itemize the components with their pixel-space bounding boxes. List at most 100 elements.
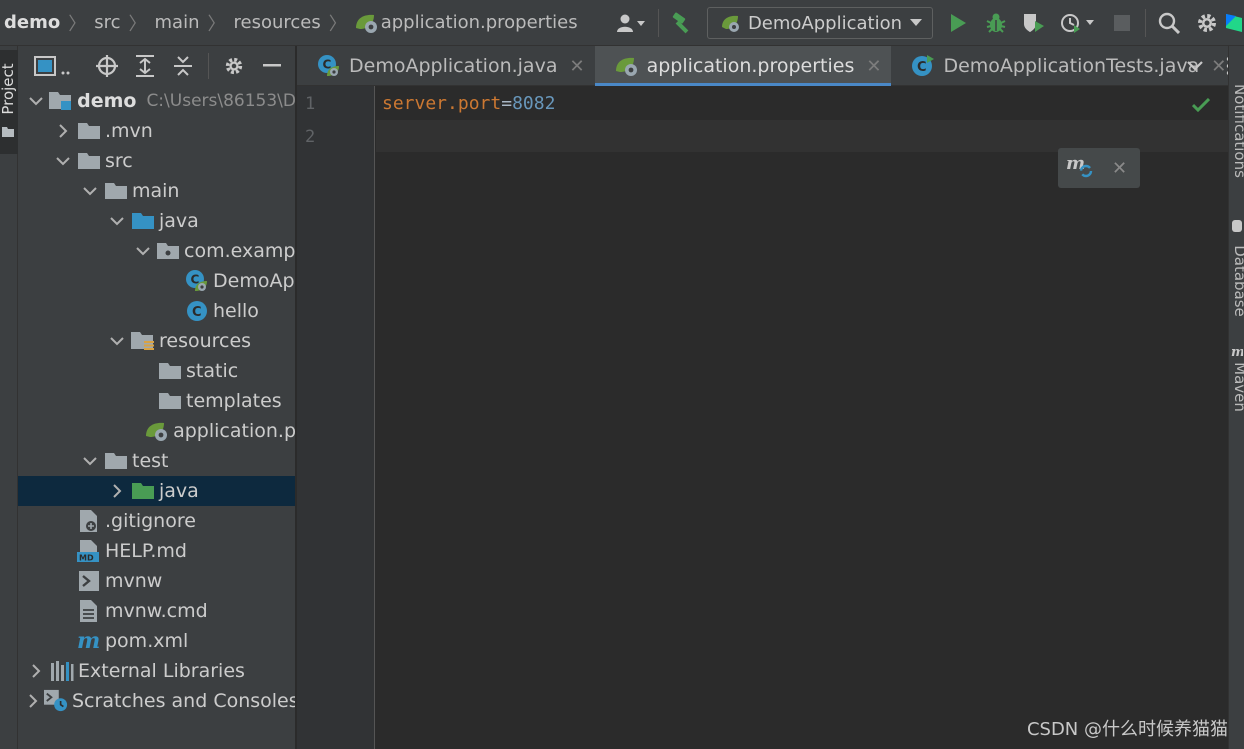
tree-node[interactable]: m pom.xml <box>18 626 295 656</box>
tree-node-label: pom.xml <box>105 630 189 652</box>
tree-node[interactable]: src <box>18 146 295 176</box>
chevron-right-icon[interactable] <box>28 656 44 686</box>
maven-reload-button[interactable]: m <box>1066 153 1094 184</box>
chevron-down-icon[interactable] <box>109 206 125 236</box>
editor-tab[interactable]: application.properties ✕ <box>594 46 892 86</box>
breadcrumb-item[interactable]: src <box>94 0 120 46</box>
run-configuration-selector[interactable]: DemoApplication <box>706 7 933 39</box>
tree-node[interactable]: .gitignore <box>18 506 295 536</box>
chevron-down-icon[interactable] <box>136 236 150 266</box>
settings-button[interactable] <box>1188 0 1226 46</box>
chevron-down-icon[interactable] <box>55 146 71 176</box>
tree-node[interactable]: static <box>18 356 295 386</box>
module-folder-icon <box>49 89 73 113</box>
class-icon: C <box>185 299 209 323</box>
tree-node-label: hello <box>213 300 259 322</box>
breadcrumb-label: main <box>154 12 200 33</box>
breadcrumb-item[interactable]: application.properties <box>355 0 578 46</box>
tree-node-label: test <box>132 450 169 472</box>
close-icon[interactable]: ✕ <box>866 56 881 77</box>
gitignore-file-icon <box>77 509 101 533</box>
close-icon[interactable]: ✕ <box>1112 158 1127 179</box>
chevron-right-icon[interactable] <box>28 686 38 716</box>
collapse-all-button[interactable] <box>164 46 202 86</box>
debug-icon <box>986 13 1006 33</box>
toolbar-separator <box>208 53 209 79</box>
coverage-button[interactable] <box>1015 0 1053 46</box>
toolbar-separator <box>657 9 659 37</box>
debug-button[interactable] <box>977 0 1015 46</box>
breadcrumb-item[interactable]: resources <box>233 0 320 46</box>
tree-node[interactable]: resources <box>18 326 295 356</box>
code-line[interactable]: server.port=8082 <box>382 93 555 114</box>
project-options-button[interactable] <box>215 46 253 86</box>
markdown-file-icon: MD <box>77 539 101 563</box>
tree-node[interactable]: mvnw.cmd <box>18 596 295 626</box>
tree-node[interactable]: demo C:\Users\86153\D <box>18 86 295 116</box>
breadcrumb-separator: 〉 <box>68 13 87 35</box>
hide-panel-button[interactable] <box>253 46 291 86</box>
project-tool-window-tab[interactable]: Project <box>0 50 18 154</box>
tree-node[interactable]: application.p <box>18 416 296 446</box>
close-icon[interactable]: ✕ <box>569 56 584 77</box>
spring-properties-icon <box>615 55 639 77</box>
tree-node[interactable]: Chello <box>18 296 295 326</box>
notifications-tab[interactable]: Notifications <box>1229 82 1244 192</box>
jetbrains-logo-button[interactable] <box>1226 0 1244 46</box>
run-button[interactable] <box>939 0 977 46</box>
test-class-icon: C <box>911 54 935 78</box>
tree-node[interactable]: Scratches and Consoles <box>18 686 295 716</box>
tree-node[interactable]: com.exampl <box>18 236 295 266</box>
view-mode-button[interactable] <box>34 46 88 86</box>
expand-all-button[interactable] <box>126 46 164 86</box>
show-hidden-tabs-button[interactable] <box>1176 43 1214 89</box>
breadcrumb-separator: 〉 <box>128 13 147 35</box>
window-icon <box>34 56 70 76</box>
editor-tab[interactable]: C DemoApplication.java ✕ <box>297 46 595 86</box>
chevron-down-icon[interactable] <box>28 86 43 116</box>
tree-node[interactable]: External Libraries <box>18 656 295 686</box>
editor-tabs: C DemoApplication.java ✕ application.proper… <box>297 46 1244 86</box>
chevron-right-icon[interactable] <box>55 116 71 146</box>
source-folder-icon <box>131 209 155 233</box>
tree-node[interactable]: main <box>18 176 295 206</box>
tree-node[interactable]: MD HELP.md <box>18 536 295 566</box>
editor-tab-list: C DemoApplication.java ✕ application.proper… <box>297 46 1236 86</box>
package-icon <box>156 239 180 263</box>
tree-node[interactable]: C DemoAp <box>18 266 295 296</box>
tree-node[interactable]: java <box>18 206 295 236</box>
gear-icon <box>1198 14 1216 32</box>
code-editor[interactable]: server.port=8082 m ✕ <box>376 86 1228 749</box>
breadcrumb-separator: 〉 <box>328 13 347 35</box>
chevron-down-icon[interactable] <box>82 446 98 476</box>
stop-button[interactable] <box>1103 0 1141 46</box>
tree-node-label: application.p <box>173 420 296 442</box>
breadcrumb-item[interactable]: main <box>155 0 200 46</box>
build-button[interactable] <box>663 0 701 46</box>
database-tab[interactable]: Database <box>1229 216 1244 326</box>
tree-node[interactable]: mvnw <box>18 566 295 596</box>
tree-node-label: src <box>105 150 133 172</box>
main-toolbar: DemoApplication <box>608 0 1244 46</box>
tree-node[interactable]: java <box>18 476 295 506</box>
select-opened-file-button[interactable] <box>88 46 126 86</box>
tree-node[interactable]: templates <box>18 386 295 416</box>
user-menu-button[interactable] <box>608 0 654 46</box>
maven-tab[interactable]: m Maven <box>1229 340 1244 430</box>
chevron-down-icon[interactable] <box>109 326 125 356</box>
tree-node[interactable]: test <box>18 446 295 476</box>
svg-text:m: m <box>1066 153 1085 174</box>
chevron-down-icon[interactable] <box>82 176 98 206</box>
chevron-right-icon[interactable] <box>109 476 125 506</box>
breadcrumb-item[interactable]: demo <box>0 0 60 46</box>
inspection-status[interactable] <box>1191 96 1211 117</box>
profile-button[interactable] <box>1053 0 1103 46</box>
maven-reload-icon: m <box>1066 153 1093 177</box>
tree-node[interactable]: .mvn <box>18 116 295 146</box>
editor-tab-label: DemoApplicationTests.java <box>943 55 1200 77</box>
search-everywhere-button[interactable] <box>1150 0 1188 46</box>
folder-icon <box>104 449 128 473</box>
check-icon <box>1191 97 1211 113</box>
